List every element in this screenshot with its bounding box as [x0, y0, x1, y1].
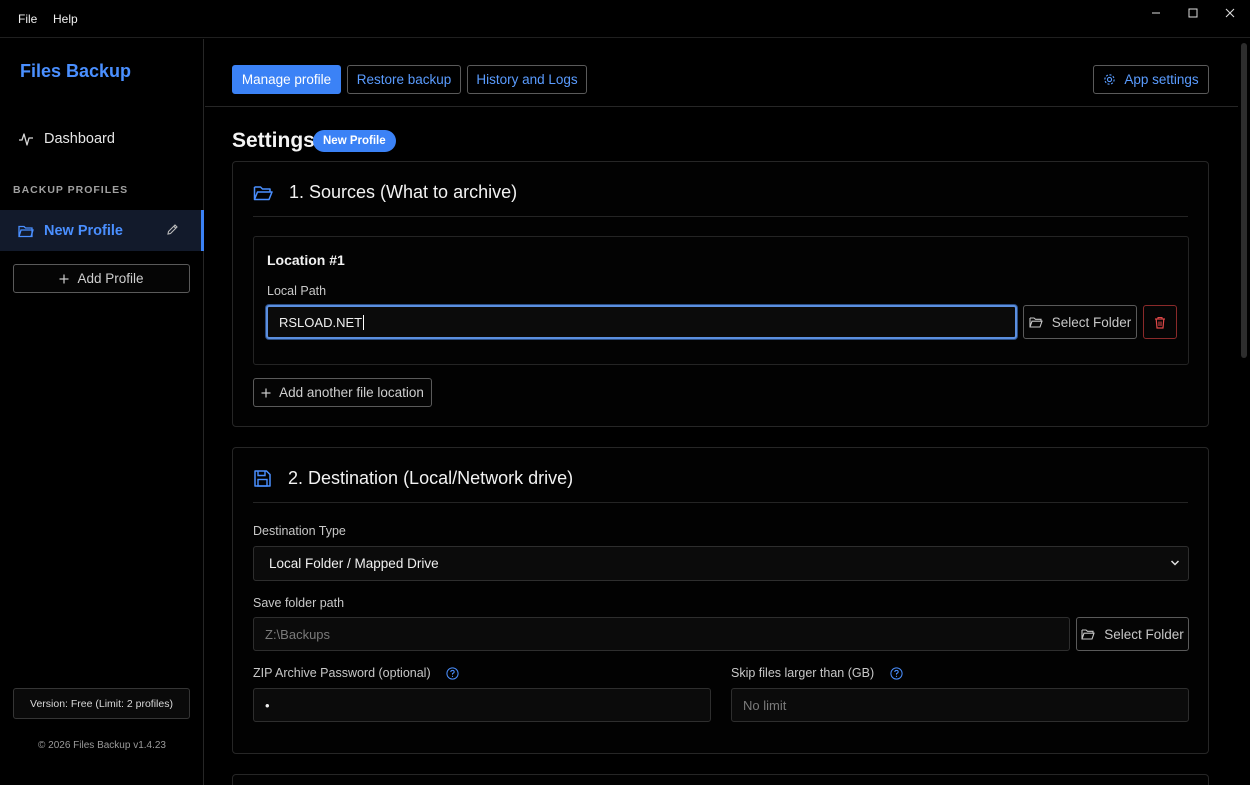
sidebar-item-label: Dashboard: [44, 131, 115, 147]
save-icon: [254, 470, 271, 487]
activity-icon: [19, 133, 33, 146]
delete-location-button[interactable]: [1143, 305, 1177, 339]
divider: [253, 216, 1188, 217]
add-profile-label: Add Profile: [77, 271, 144, 286]
app-settings-button[interactable]: App settings: [1093, 65, 1209, 94]
trash-icon: [1155, 316, 1165, 329]
scrollbar-thumb[interactable]: [1241, 43, 1247, 358]
destination-type-label: Destination Type: [253, 524, 346, 538]
local-path-input[interactable]: RSLOAD.NET: [266, 305, 1017, 339]
local-path-value: RSLOAD.NET: [279, 314, 363, 330]
plus-icon: [261, 388, 271, 397]
plus-icon: [59, 274, 69, 283]
app-brand: Files Backup: [20, 61, 132, 81]
skip-size-label-text: Skip files larger than (GB): [731, 666, 875, 680]
sidebar-item-dashboard[interactable]: Dashboard: [18, 131, 115, 147]
close-button[interactable]: [1212, 0, 1248, 26]
pencil-icon[interactable]: [166, 223, 179, 236]
location-box: Location #1 Local Path RSLOAD.NET Select…: [253, 236, 1189, 365]
zip-password-label-text: ZIP Archive Password (optional): [253, 666, 431, 680]
tab-manage-profile[interactable]: Manage profile: [232, 65, 341, 94]
folder-icon: [18, 225, 34, 237]
zip-password-input[interactable]: •: [253, 688, 711, 722]
maximize-icon: [1188, 8, 1198, 18]
page-title: Settings: [232, 129, 315, 152]
gear-icon: [1104, 74, 1116, 85]
sources-header: 1. Sources (What to archive): [253, 182, 517, 203]
app-settings-label: App settings: [1124, 72, 1199, 87]
version-badge: Version: Free (Limit: 2 profiles): [13, 688, 190, 719]
add-profile-button[interactable]: Add Profile: [13, 264, 190, 293]
top-tab-bar: Manage profile Restore backup History an…: [205, 39, 1238, 107]
folder-open-icon: [253, 185, 273, 200]
help-circle-icon[interactable]: [889, 667, 903, 680]
text-cursor: [363, 314, 365, 330]
menu-file[interactable]: File: [18, 12, 37, 26]
main-scrollbar[interactable]: [1238, 39, 1250, 785]
folder-open-icon: [1029, 317, 1043, 328]
destination-title: 2. Destination (Local/Network drive): [288, 468, 574, 488]
profile-badge: New Profile: [313, 130, 396, 152]
destination-header: 2. Destination (Local/Network drive): [253, 468, 573, 489]
chevron-down-icon: [1170, 560, 1180, 566]
maximize-button[interactable]: [1175, 0, 1211, 26]
zip-password-label: ZIP Archive Password (optional): [253, 666, 459, 680]
tab-restore-backup[interactable]: Restore backup: [347, 65, 461, 94]
select-folder-button[interactable]: Select Folder: [1023, 305, 1137, 339]
sources-card: 1. Sources (What to archive) Location #1…: [232, 161, 1209, 427]
location-title: Location #1: [267, 252, 345, 268]
divider: [253, 502, 1188, 503]
sidebar-item-label: New Profile: [44, 222, 123, 239]
save-path-label: Save folder path: [253, 596, 345, 610]
select-save-folder-button[interactable]: Select Folder: [1076, 617, 1189, 651]
close-icon: [1225, 8, 1235, 18]
next-section-card: [232, 774, 1209, 785]
copyright-text: © 2026 Files Backup v1.4.23: [38, 740, 166, 751]
menu-bar: File Help: [0, 0, 1250, 38]
local-path-label: Local Path: [267, 284, 327, 298]
add-location-button[interactable]: Add another file location: [253, 378, 432, 407]
minimize-button[interactable]: [1138, 0, 1174, 26]
tab-history-logs[interactable]: History and Logs: [467, 65, 587, 94]
destination-card: 2. Destination (Local/Network drive) Des…: [232, 447, 1209, 754]
sources-title: 1. Sources (What to archive): [289, 182, 518, 202]
select-folder-label: Select Folder: [1051, 314, 1132, 330]
sidebar-item-new-profile[interactable]: New Profile: [0, 210, 204, 251]
skip-size-label: Skip files larger than (GB): [731, 666, 903, 680]
help-circle-icon[interactable]: [446, 667, 459, 680]
folder-open-icon: [1081, 629, 1095, 640]
menu-help[interactable]: Help: [53, 12, 78, 26]
destination-type-value: Local Folder / Mapped Drive: [269, 556, 439, 571]
minimize-icon: [1152, 12, 1160, 14]
save-path-input[interactable]: Z:\Backups: [253, 617, 1070, 651]
section-label-backup-profiles: BACKUP PROFILES: [13, 184, 129, 196]
select-folder-label: Select Folder: [1104, 626, 1184, 642]
destination-type-select[interactable]: Local Folder / Mapped Drive: [253, 546, 1189, 581]
main-content: Manage profile Restore backup History an…: [205, 39, 1238, 785]
add-location-label: Add another file location: [279, 385, 424, 400]
skip-size-input[interactable]: No limit: [731, 688, 1189, 722]
sidebar: Files Backup Dashboard BACKUP PROFILES N…: [0, 39, 204, 785]
